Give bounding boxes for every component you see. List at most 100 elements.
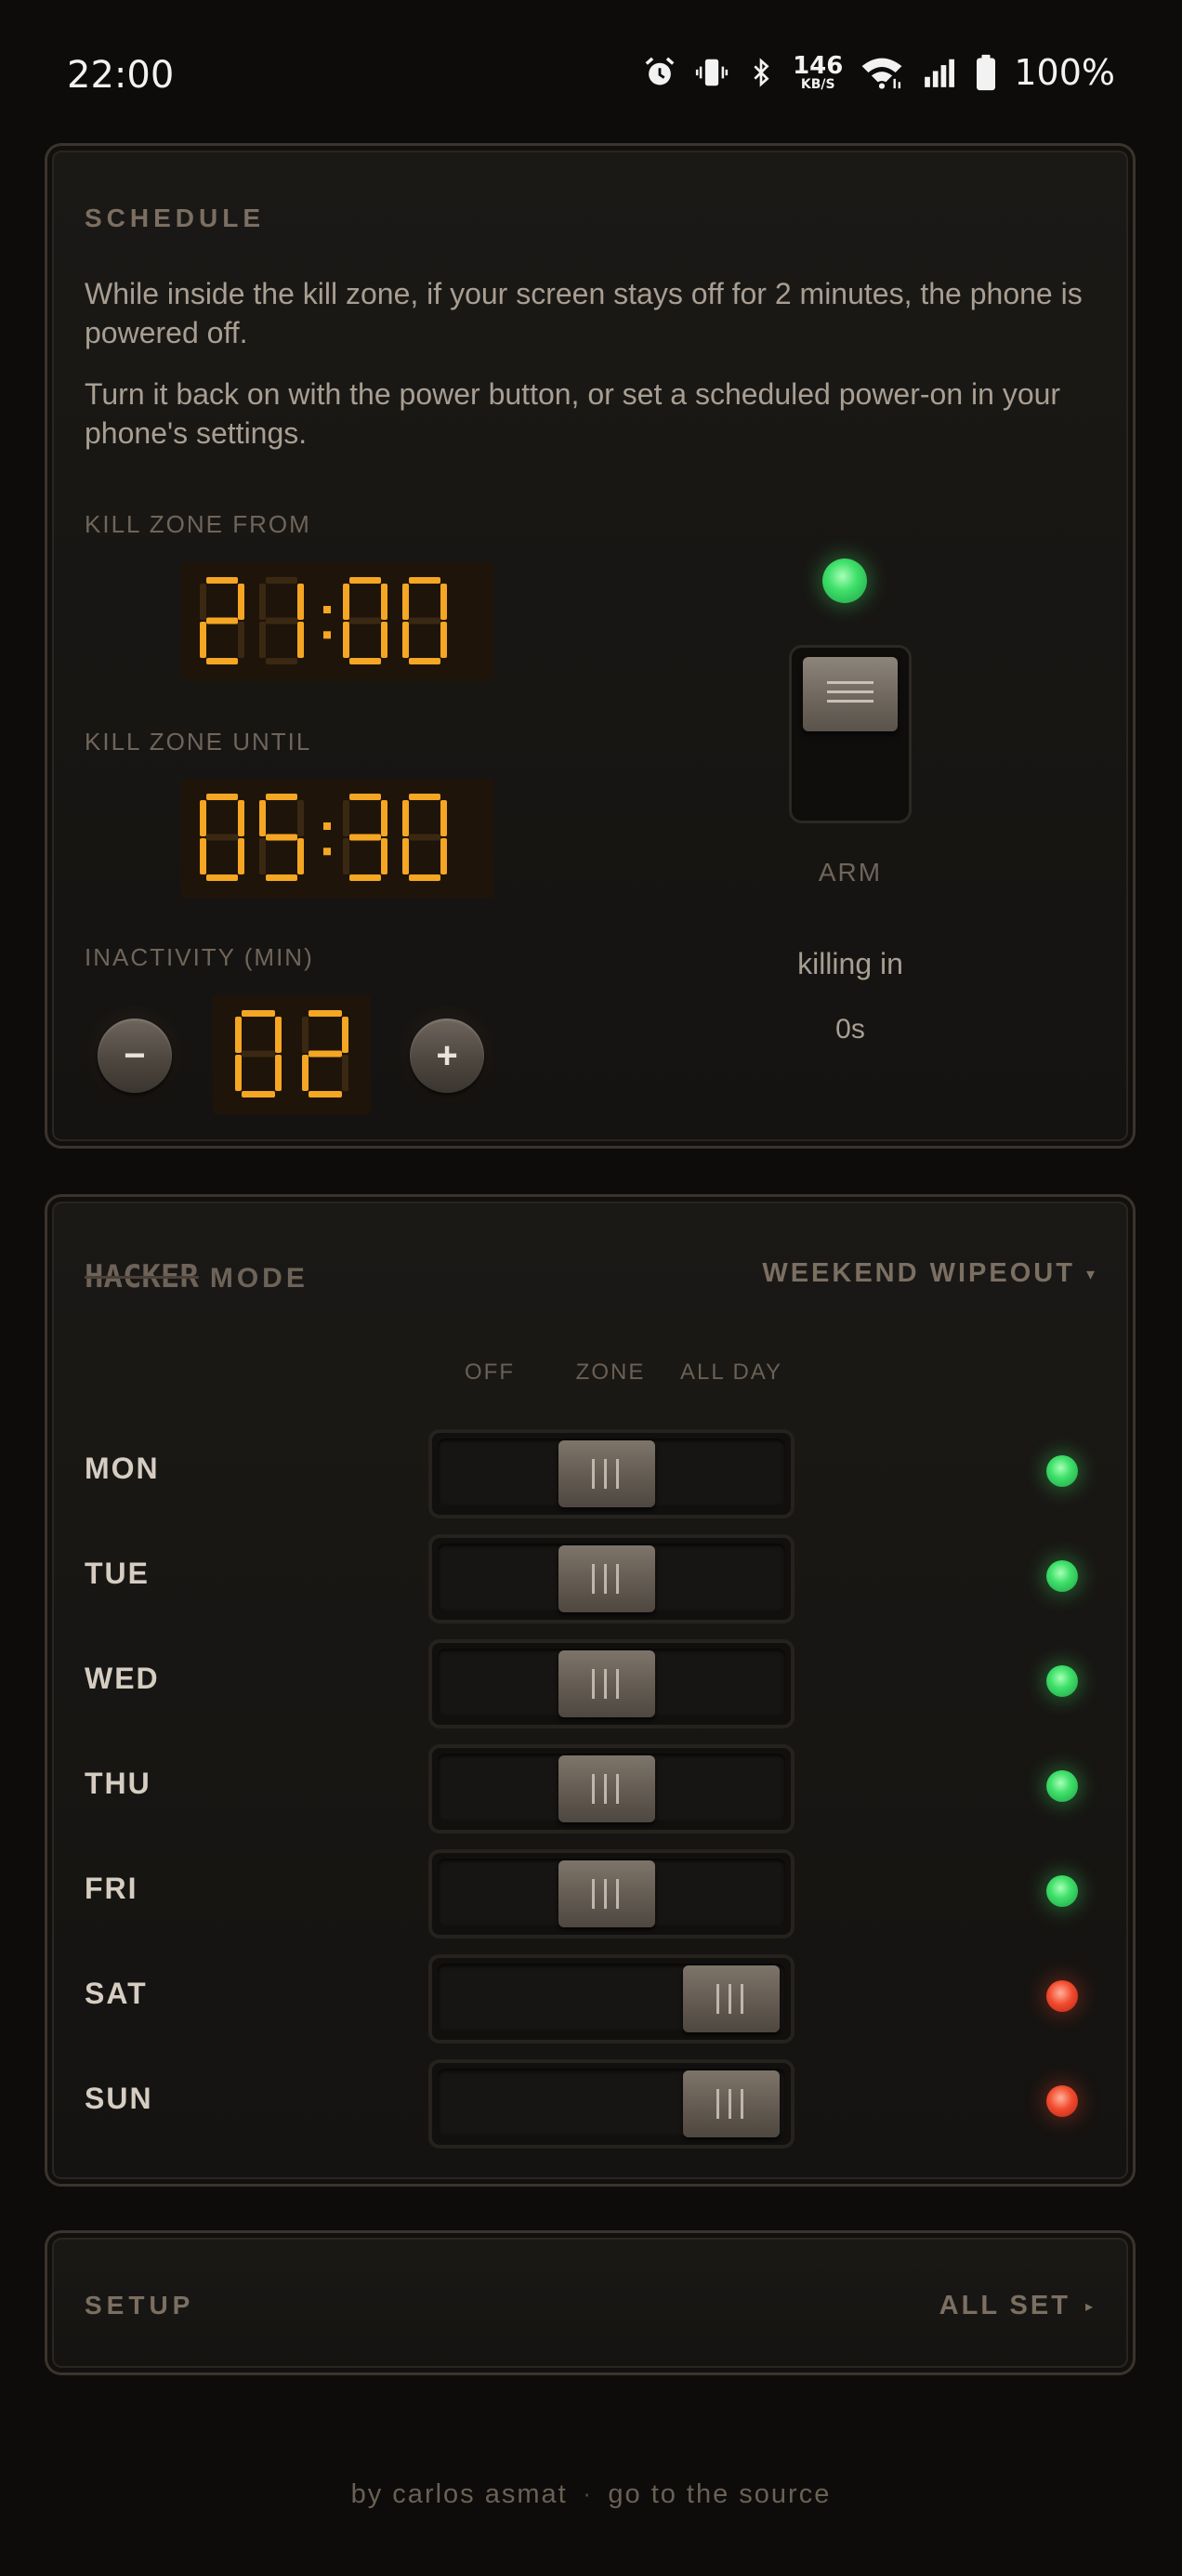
arm-status-led bbox=[822, 559, 867, 603]
day-mode-slider[interactable] bbox=[428, 1534, 795, 1623]
colon-dot bbox=[323, 606, 331, 614]
day-status-led bbox=[1046, 1665, 1078, 1697]
day-mode-slider-handle[interactable] bbox=[558, 1545, 655, 1612]
setup-panel[interactable]: SETUP ALL SET ▸ bbox=[45, 2230, 1136, 2375]
segment-digit bbox=[402, 794, 447, 881]
day-mode-slider-handle[interactable] bbox=[683, 2070, 780, 2137]
day-status-led bbox=[1046, 1560, 1078, 1592]
day-mode-slider-handle[interactable] bbox=[558, 1860, 655, 1927]
day-mode-slider-handle[interactable] bbox=[683, 1965, 780, 2032]
segment-digit bbox=[343, 577, 387, 664]
segment-digit bbox=[302, 1010, 348, 1097]
arm-toggle-switch[interactable] bbox=[789, 645, 912, 823]
day-mode-slider[interactable] bbox=[428, 1954, 795, 2044]
schedule-title: SCHEDULE bbox=[85, 204, 266, 232]
day-mode-slider-handle[interactable] bbox=[558, 1440, 655, 1507]
footer-separator: · bbox=[582, 2479, 594, 2509]
day-label: TUE bbox=[85, 1557, 150, 1590]
setup-status-link[interactable]: ALL SET ▸ bbox=[939, 2291, 1096, 2321]
day-status-led bbox=[1046, 1770, 1078, 1802]
day-row: MON bbox=[47, 1426, 1133, 1518]
segment-digit bbox=[200, 794, 244, 881]
kill-zone-until-label: KILL ZONE UNTIL bbox=[85, 728, 312, 756]
column-header-off: OFF bbox=[465, 1360, 515, 1385]
net-speed: 146 KB/S bbox=[793, 54, 843, 91]
vibrate-icon bbox=[695, 59, 729, 86]
killing-in-label: killing in bbox=[797, 947, 903, 980]
hacker-glitch-text: HACKER bbox=[85, 1258, 199, 1295]
colon-dot bbox=[323, 631, 331, 639]
day-label: MON bbox=[85, 1452, 160, 1485]
chevron-down-icon: ▾ bbox=[1085, 1264, 1097, 1283]
kill-zone-from-display[interactable] bbox=[181, 562, 493, 681]
segment-digit bbox=[402, 577, 447, 664]
kill-zone-until-display[interactable] bbox=[181, 779, 493, 898]
net-speed-value: 146 bbox=[793, 52, 844, 80]
day-status-led bbox=[1046, 1875, 1078, 1907]
day-mode-slider[interactable] bbox=[428, 1744, 795, 1833]
status-icons: 146 KB/S 100% bbox=[642, 52, 1115, 93]
schedule-description-2: Turn it back on with the power button, o… bbox=[85, 377, 1061, 450]
day-mode-slider-handle[interactable] bbox=[558, 1755, 655, 1822]
preset-dropdown[interactable]: WEEKEND WIPEOUT ▾ bbox=[762, 1258, 1097, 1289]
segment-digit bbox=[343, 794, 387, 881]
day-row: TUE bbox=[47, 1531, 1133, 1623]
inactivity-increase-button[interactable]: + bbox=[397, 1005, 497, 1106]
day-mode-slider[interactable] bbox=[428, 1849, 795, 1939]
setup-title: SETUP bbox=[85, 2291, 195, 2320]
net-speed-unit: KB/S bbox=[800, 77, 835, 92]
colon-dot bbox=[323, 848, 331, 856]
wifi-icon bbox=[861, 58, 902, 89]
day-mode-slider[interactable] bbox=[428, 1429, 795, 1518]
arm-switch-lever[interactable] bbox=[803, 657, 898, 731]
day-mode-slider[interactable] bbox=[428, 1639, 795, 1728]
plus-icon: + bbox=[410, 1019, 484, 1093]
alarm-icon bbox=[645, 57, 675, 85]
segment-digit bbox=[259, 794, 304, 881]
battery-icon bbox=[977, 54, 996, 91]
inactivity-decrease-button[interactable]: − bbox=[85, 1005, 185, 1106]
inactivity-display bbox=[213, 995, 371, 1114]
status-bar: 22:00 146 KB/S 100% bbox=[0, 0, 1182, 158]
minus-icon: − bbox=[98, 1019, 172, 1093]
column-header-zone: ZONE bbox=[575, 1360, 646, 1385]
segment-digit bbox=[259, 577, 304, 664]
inactivity-label: INACTIVITY (MIN) bbox=[85, 943, 314, 971]
day-row: SUN bbox=[47, 2056, 1133, 2149]
segment-digit bbox=[200, 577, 244, 664]
day-label: FRI bbox=[85, 1872, 138, 1905]
day-row: FRI bbox=[47, 1846, 1133, 1939]
day-mode-slider-handle[interactable] bbox=[558, 1650, 655, 1717]
kill-zone-from-label: KILL ZONE FROM bbox=[85, 510, 311, 538]
hacker-mode-title: HACKER MODE bbox=[85, 1258, 309, 1295]
day-mode-slider[interactable] bbox=[428, 2059, 795, 2149]
source-link[interactable]: go to the source bbox=[608, 2479, 831, 2509]
killing-in-countdown: 0s bbox=[835, 1014, 865, 1045]
schedule-description-1: While inside the kill zone, if your scre… bbox=[85, 277, 1083, 349]
preset-label: WEEKEND WIPEOUT bbox=[762, 1258, 1075, 1288]
column-header-all-day: ALL DAY bbox=[679, 1360, 783, 1385]
footer: by carlos asmat · go to the source bbox=[0, 2479, 1182, 2510]
author-credit[interactable]: by carlos asmat bbox=[351, 2479, 568, 2509]
day-label: WED bbox=[85, 1662, 160, 1695]
bluetooth-icon bbox=[754, 58, 769, 87]
day-row: SAT bbox=[47, 1951, 1133, 2044]
day-status-led bbox=[1046, 1980, 1078, 2012]
segment-digit bbox=[235, 1010, 282, 1097]
signal-icon bbox=[925, 59, 955, 87]
schedule-panel: SCHEDULE While inside the kill zone, if … bbox=[45, 143, 1136, 1149]
colon-dot bbox=[323, 822, 331, 831]
status-time: 22:00 bbox=[67, 54, 175, 97]
day-status-led bbox=[1046, 1455, 1078, 1487]
setup-status-label: ALL SET bbox=[939, 2291, 1070, 2320]
day-label: SAT bbox=[85, 1977, 148, 2010]
day-status-led bbox=[1046, 2085, 1078, 2117]
day-row: WED bbox=[47, 1636, 1133, 1728]
battery-percent: 100% bbox=[1014, 52, 1115, 93]
day-label: SUN bbox=[85, 2082, 153, 2115]
arm-label: ARM bbox=[818, 858, 883, 887]
day-label: THU bbox=[85, 1767, 151, 1800]
chevron-right-icon: ▸ bbox=[1084, 2299, 1096, 2316]
mode-text: MODE bbox=[209, 1263, 309, 1294]
day-row: THU bbox=[47, 1741, 1133, 1833]
